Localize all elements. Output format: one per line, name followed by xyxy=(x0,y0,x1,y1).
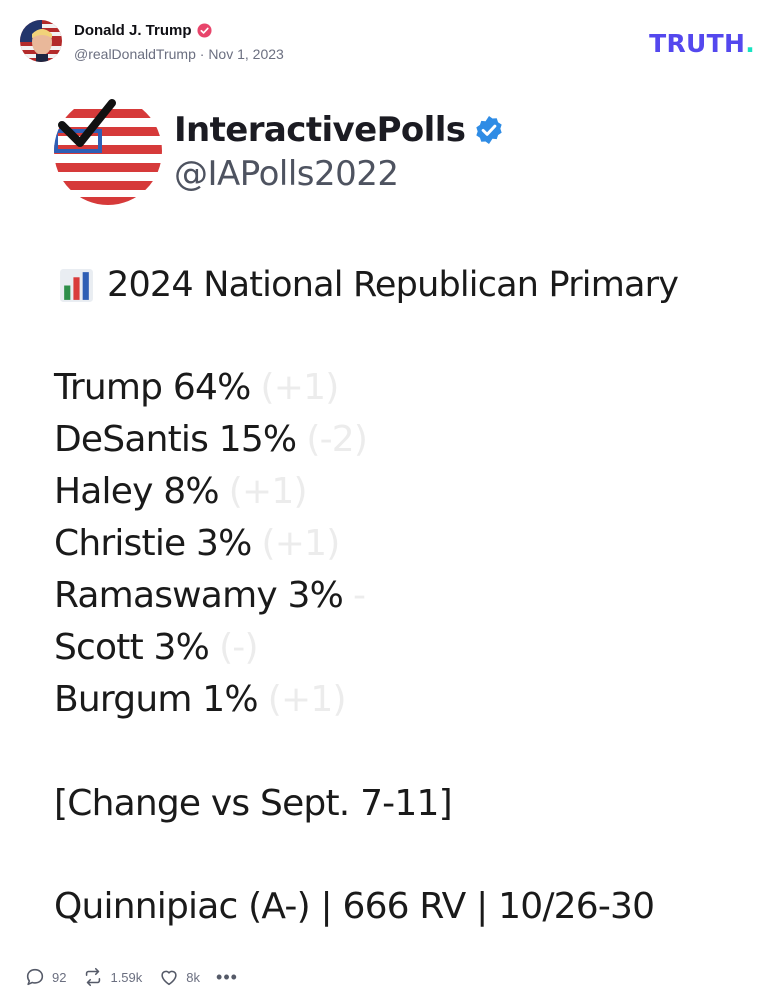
reply-count: 92 xyxy=(52,969,67,985)
blue-verified-icon xyxy=(476,116,503,144)
like-count: 8k xyxy=(186,969,201,985)
truth-logo-text: TRUTH xyxy=(649,29,746,58)
author-meta: @realDonaldTrump · Nov 1, 2023 xyxy=(74,46,284,62)
verified-badge-icon xyxy=(196,23,212,38)
truth-logo-dot: . xyxy=(745,29,755,58)
embedded-post-image[interactable]: InteractivePolls @IAPolls2022 2024 Natio… xyxy=(20,80,757,960)
truth-logo[interactable]: TRUTH. xyxy=(649,29,755,58)
interactivepolls-logo-icon xyxy=(54,97,162,205)
faded-change: (+1) xyxy=(261,523,341,564)
poll-result-item: Christie 3% (+1) xyxy=(54,518,367,570)
poll-headline-text: 2024 National Republican Primary xyxy=(107,265,679,305)
poll-result-text: Ramaswamy 3% xyxy=(54,575,344,616)
poll-result-text: Haley 8% xyxy=(54,471,220,512)
like-button[interactable]: 8k xyxy=(158,966,200,988)
reply-icon xyxy=(26,968,44,986)
faded-change: - xyxy=(353,575,366,616)
bar-chart-icon xyxy=(60,268,93,302)
poll-source-line: Quinnipiac (A-) | 666 RV | 10/26-30 xyxy=(54,886,655,927)
poll-result-item: Burgum 1% (+1) xyxy=(54,674,367,726)
retruth-icon xyxy=(86,967,101,987)
embedded-account-name: InteractivePolls xyxy=(174,110,505,150)
embedded-account-handle: @IAPolls2022 xyxy=(174,154,399,194)
poll-result-text: DeSantis 15% xyxy=(54,419,297,460)
heart-icon xyxy=(161,970,177,986)
poll-result-item: Haley 8% (+1) xyxy=(54,466,367,518)
poll-results-list: Trump 64% (+1) DeSantis 15% (-2) Haley 8%(… xyxy=(54,362,368,726)
post-date[interactable]: Nov 1, 2023 xyxy=(208,46,284,62)
faded-change: (+1) xyxy=(228,471,308,512)
faded-change: (-) xyxy=(219,627,258,668)
poll-headline: 2024 National Republican Primary xyxy=(58,265,679,305)
change-note: [Change vs Sept. 7-11] xyxy=(54,783,453,824)
retruth-button[interactable]: 1.59k xyxy=(82,966,142,988)
poll-result-item: Ramaswamy 3% - xyxy=(54,570,367,622)
retruth-count: 1.59k xyxy=(110,969,143,985)
poll-result-text: Burgum 1% xyxy=(54,679,259,720)
meta-separator: · xyxy=(199,46,205,62)
faded-change: (+1) xyxy=(267,679,347,720)
poll-result-item: Trump 64% (+1) xyxy=(54,362,367,414)
poll-result-text: Scott 3% xyxy=(54,627,210,668)
poll-result-text: Christie 3% xyxy=(54,523,252,564)
poll-result-item: Scott 3% (-) xyxy=(54,622,367,674)
author-avatar[interactable] xyxy=(20,20,62,62)
faded-change: (+1) xyxy=(260,367,340,408)
post-action-bar: 92 1.59k 8k ••• xyxy=(24,965,238,989)
poll-result-item: DeSantis 15% (-2) xyxy=(54,414,368,466)
poll-result-text: Trump 64% xyxy=(54,367,251,408)
author-name[interactable]: Donald J. Trump xyxy=(74,22,212,39)
more-options-button[interactable]: ••• xyxy=(216,967,238,988)
faded-change: (-2) xyxy=(306,419,368,460)
author-handle[interactable]: @realDonaldTrump xyxy=(74,46,196,62)
reply-button[interactable]: 92 xyxy=(24,966,66,988)
embedded-account-name-text: InteractivePolls xyxy=(174,110,466,150)
author-name-text: Donald J. Trump xyxy=(74,22,192,39)
